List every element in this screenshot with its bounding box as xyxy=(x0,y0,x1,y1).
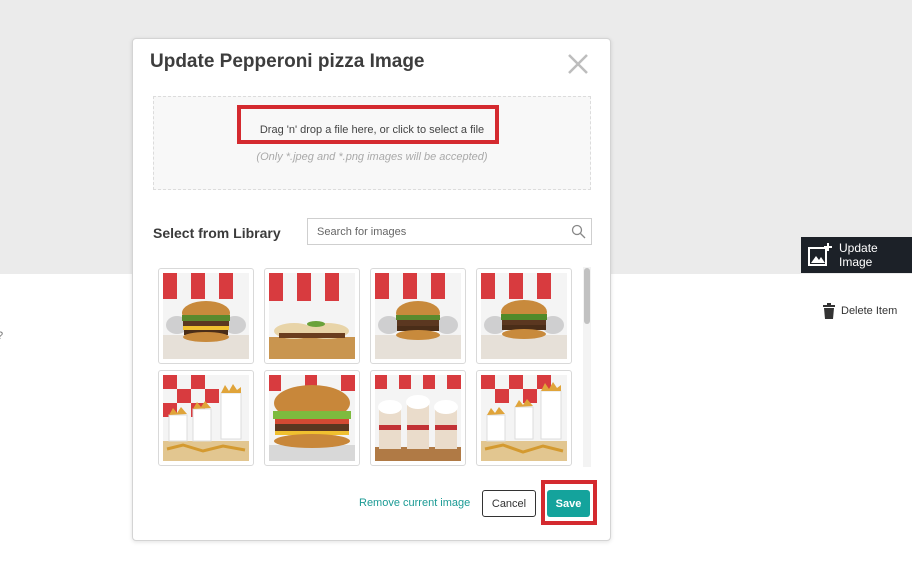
delete-item-label: Delete Item xyxy=(841,305,898,317)
library-image-8[interactable] xyxy=(476,370,572,466)
library-image-4[interactable] xyxy=(476,268,572,364)
dropzone-highlight xyxy=(237,105,499,144)
burger-on-checker-icon xyxy=(375,273,461,359)
search-input[interactable] xyxy=(308,219,567,244)
update-image-button[interactable]: Update Image xyxy=(801,237,912,273)
flattened-burger-icon xyxy=(269,273,355,359)
library-title: Select from Library xyxy=(153,225,281,241)
image-search[interactable] xyxy=(307,218,592,245)
trash-icon xyxy=(822,303,836,319)
add-image-icon xyxy=(807,242,833,268)
update-image-label: Update Image xyxy=(839,241,878,269)
burger-closeup-icon xyxy=(269,375,355,461)
library-image-6[interactable] xyxy=(264,370,360,466)
library-image-1[interactable] xyxy=(158,268,254,364)
search-icon[interactable] xyxy=(571,224,586,239)
cancel-button[interactable]: Cancel xyxy=(482,490,536,517)
page: ? Update Image Delete Item Update Pepper… xyxy=(0,0,912,585)
burger-on-checker-icon xyxy=(481,273,567,359)
library-scrollbar-thumb[interactable] xyxy=(584,268,590,324)
clipped-edge-text: ? xyxy=(0,330,3,342)
library-image-2[interactable] xyxy=(264,268,360,364)
dropzone-note: (Only *.jpeg and *.png images will be ac… xyxy=(256,151,488,163)
save-highlight xyxy=(541,480,597,525)
library-image-5[interactable] xyxy=(158,370,254,466)
close-icon[interactable] xyxy=(566,52,590,76)
delete-item-button[interactable]: Delete Item xyxy=(822,303,897,319)
library-image-3[interactable] xyxy=(370,268,466,364)
fries-cups-icon xyxy=(163,375,249,461)
remove-current-image-link[interactable]: Remove current image xyxy=(359,497,470,509)
update-image-modal: Update Pepperoni pizza Image Drag 'n' dr… xyxy=(132,38,611,541)
fries-cups-icon xyxy=(481,375,567,461)
modal-title: Update Pepperoni pizza Image xyxy=(150,51,425,72)
library-image-7[interactable] xyxy=(370,370,466,466)
burger-on-checker-icon xyxy=(163,273,249,359)
milkshakes-icon xyxy=(375,375,461,461)
